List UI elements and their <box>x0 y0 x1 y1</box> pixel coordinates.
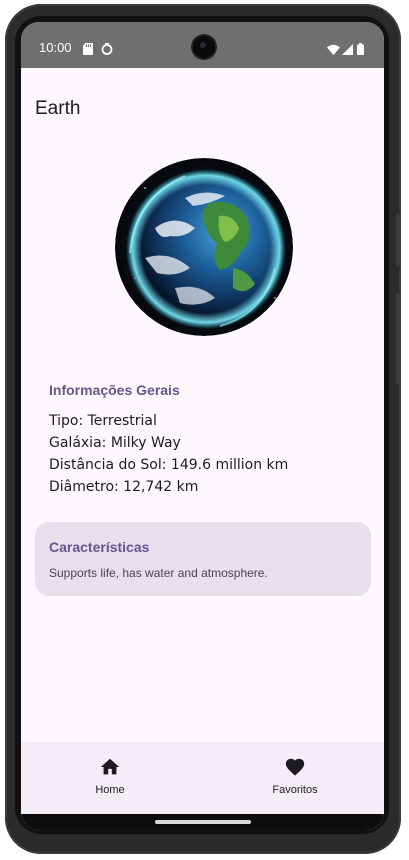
nav-item-home[interactable]: Home <box>50 756 170 796</box>
status-time: 10:00 <box>39 40 72 55</box>
bottom-navigation: Home Favoritos <box>21 742 384 814</box>
sd-card-icon <box>83 40 93 59</box>
sync-icon <box>101 40 113 59</box>
page-title: Earth <box>35 98 81 119</box>
nav-label-home: Home <box>95 784 125 796</box>
earth-planet-image <box>115 158 293 336</box>
general-info-heading: Informações Gerais <box>49 382 180 398</box>
characteristics-text: Supports life, has water and atmosphere. <box>49 566 268 580</box>
front-camera <box>193 36 215 58</box>
volume-button <box>396 214 400 266</box>
nav-label-favoritos: Favoritos <box>272 784 318 796</box>
characteristics-card: Características Supports life, has water… <box>35 522 371 596</box>
wifi-icon <box>327 40 340 59</box>
info-sun-distance: Distância do Sol: 149.6 million km <box>49 457 289 473</box>
signal-icon <box>342 40 353 59</box>
nav-item-favoritos[interactable]: Favoritos <box>235 756 355 796</box>
gesture-handle[interactable] <box>155 820 251 824</box>
info-type: Tipo: Terrestrial <box>49 413 157 429</box>
screen-bezel: 10:00 Earth Informações Gerais Tipo: Ter… <box>15 16 389 834</box>
home-icon <box>100 758 120 775</box>
gesture-area <box>21 814 384 830</box>
general-info-section: Informações Gerais Tipo: Terrestrial Gal… <box>49 382 369 498</box>
info-galaxy: Galáxia: Milky Way <box>49 435 181 451</box>
power-button <box>396 294 400 384</box>
status-bar: 10:00 <box>21 22 384 68</box>
phone-frame: 10:00 Earth Informações Gerais Tipo: Ter… <box>5 4 401 854</box>
app-screen: 10:00 Earth Informações Gerais Tipo: Ter… <box>21 22 384 830</box>
characteristics-heading: Características <box>49 539 150 555</box>
info-diameter: Diâmetro: 12,742 km <box>49 479 199 495</box>
heart-icon <box>285 758 305 776</box>
battery-icon <box>357 40 364 59</box>
